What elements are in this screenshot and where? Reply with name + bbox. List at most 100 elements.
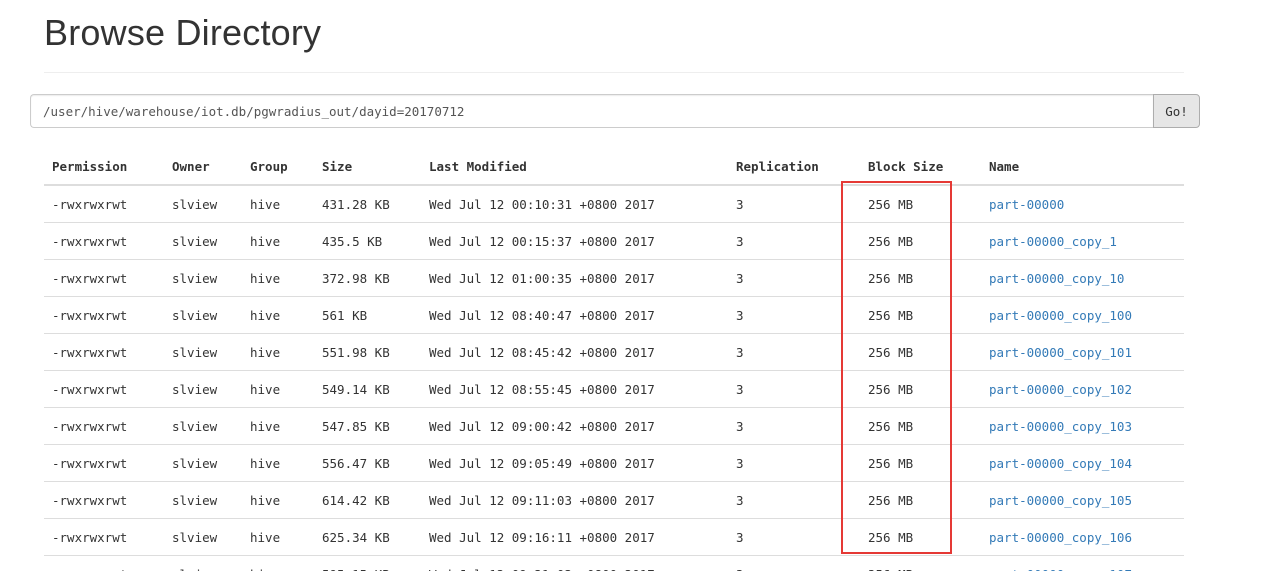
- permission-cell: -rwxrwxrwt: [44, 370, 164, 408]
- name-cell: part-00000_copy_101: [981, 333, 1184, 371]
- name-cell: part-00000_copy_103: [981, 407, 1184, 445]
- file-link[interactable]: part-00000_copy_104: [989, 456, 1132, 471]
- group-cell: hive: [242, 259, 314, 297]
- file-link[interactable]: part-00000_copy_100: [989, 308, 1132, 323]
- size-cell: 556.47 KB: [314, 444, 421, 482]
- column-header-block-size[interactable]: Block Size: [860, 148, 981, 186]
- last-modified-cell: Wed Jul 12 08:40:47 +0800 2017: [421, 296, 728, 334]
- last-modified-cell: Wed Jul 12 00:10:31 +0800 2017: [421, 185, 728, 223]
- owner-cell: slview: [164, 555, 242, 571]
- permission-cell: -rwxrwxrwt: [44, 555, 164, 571]
- group-cell: hive: [242, 296, 314, 334]
- replication-cell: 3: [728, 518, 860, 556]
- size-cell: 431.28 KB: [314, 185, 421, 223]
- replication-cell: 3: [728, 407, 860, 445]
- name-cell: part-00000_copy_105: [981, 481, 1184, 519]
- block-size-cell: 256 MB: [860, 370, 981, 408]
- size-cell: 549.14 KB: [314, 370, 421, 408]
- size-cell: 435.5 KB: [314, 222, 421, 260]
- size-cell: 625.34 KB: [314, 518, 421, 556]
- replication-cell: 3: [728, 259, 860, 297]
- owner-cell: slview: [164, 444, 242, 482]
- group-cell: hive: [242, 518, 314, 556]
- directory-path-input[interactable]: [30, 94, 1153, 128]
- file-link[interactable]: part-00000_copy_106: [989, 530, 1132, 545]
- size-cell: 551.98 KB: [314, 333, 421, 371]
- column-header-replication[interactable]: Replication: [728, 148, 860, 186]
- replication-cell: 3: [728, 481, 860, 519]
- name-cell: part-00000_copy_104: [981, 444, 1184, 482]
- table-row: -rwxrwxrwt slview hive 551.98 KB Wed Jul…: [44, 333, 1184, 371]
- column-header-name[interactable]: Name: [981, 148, 1184, 186]
- go-button[interactable]: Go!: [1153, 94, 1200, 128]
- table-header-row: Permission Owner Group Size Last Modifie…: [44, 148, 1184, 186]
- directory-listing-table: Permission Owner Group Size Last Modifie…: [44, 148, 1184, 571]
- permission-cell: -rwxrwxrwt: [44, 444, 164, 482]
- table-row: -rwxrwxrwt slview hive 549.14 KB Wed Jul…: [44, 370, 1184, 408]
- owner-cell: slview: [164, 518, 242, 556]
- page-title: Browse Directory: [44, 12, 322, 53]
- table-row: -rwxrwxrwt slview hive 547.85 KB Wed Jul…: [44, 407, 1184, 445]
- name-cell: part-00000_copy_100: [981, 296, 1184, 334]
- name-cell: part-00000_copy_10: [981, 259, 1184, 297]
- permission-cell: -rwxrwxrwt: [44, 296, 164, 334]
- column-header-group[interactable]: Group: [242, 148, 314, 186]
- name-cell: part-00000_copy_102: [981, 370, 1184, 408]
- size-cell: 614.42 KB: [314, 481, 421, 519]
- table-row: -rwxrwxrwt slview hive 556.47 KB Wed Jul…: [44, 444, 1184, 482]
- permission-cell: -rwxrwxrwt: [44, 407, 164, 445]
- block-size-cell: 256 MB: [860, 481, 981, 519]
- file-link[interactable]: part-00000: [989, 197, 1064, 212]
- block-size-cell: 256 MB: [860, 444, 981, 482]
- table-row: -rwxrwxrwt slview hive 561 KB Wed Jul 12…: [44, 296, 1184, 334]
- replication-cell: 3: [728, 333, 860, 371]
- size-cell: 547.85 KB: [314, 407, 421, 445]
- last-modified-cell: Wed Jul 12 01:00:35 +0800 2017: [421, 259, 728, 297]
- permission-cell: -rwxrwxrwt: [44, 333, 164, 371]
- file-link[interactable]: part-00000_copy_107: [989, 567, 1132, 571]
- name-cell: part-00000_copy_1: [981, 222, 1184, 260]
- file-link[interactable]: part-00000_copy_1: [989, 234, 1117, 249]
- replication-cell: 3: [728, 444, 860, 482]
- last-modified-cell: Wed Jul 12 09:00:42 +0800 2017: [421, 407, 728, 445]
- column-header-owner[interactable]: Owner: [164, 148, 242, 186]
- size-cell: 372.98 KB: [314, 259, 421, 297]
- file-link[interactable]: part-00000_copy_103: [989, 419, 1132, 434]
- table-row: -rwxrwxrwt slview hive 595.15 KB Wed Jul…: [44, 555, 1184, 571]
- column-header-last-modified[interactable]: Last Modified: [421, 148, 728, 186]
- last-modified-cell: Wed Jul 12 09:05:49 +0800 2017: [421, 444, 728, 482]
- column-header-permission[interactable]: Permission: [44, 148, 164, 186]
- file-link[interactable]: part-00000_copy_105: [989, 493, 1132, 508]
- block-size-cell: 256 MB: [860, 518, 981, 556]
- name-cell: part-00000: [981, 185, 1184, 223]
- owner-cell: slview: [164, 333, 242, 371]
- group-cell: hive: [242, 481, 314, 519]
- file-link[interactable]: part-00000_copy_101: [989, 345, 1132, 360]
- name-cell: part-00000_copy_107: [981, 555, 1184, 571]
- permission-cell: -rwxrwxrwt: [44, 518, 164, 556]
- replication-cell: 3: [728, 222, 860, 260]
- block-size-cell: 256 MB: [860, 222, 981, 260]
- owner-cell: slview: [164, 296, 242, 334]
- block-size-cell: 256 MB: [860, 296, 981, 334]
- block-size-cell: 256 MB: [860, 407, 981, 445]
- size-cell: 561 KB: [314, 296, 421, 334]
- group-cell: hive: [242, 555, 314, 571]
- permission-cell: -rwxrwxrwt: [44, 481, 164, 519]
- group-cell: hive: [242, 407, 314, 445]
- group-cell: hive: [242, 370, 314, 408]
- owner-cell: slview: [164, 222, 242, 260]
- name-cell: part-00000_copy_106: [981, 518, 1184, 556]
- replication-cell: 3: [728, 370, 860, 408]
- group-cell: hive: [242, 444, 314, 482]
- file-link[interactable]: part-00000_copy_102: [989, 382, 1132, 397]
- path-form: Go!: [30, 94, 1200, 128]
- last-modified-cell: Wed Jul 12 08:45:42 +0800 2017: [421, 333, 728, 371]
- column-header-size[interactable]: Size: [314, 148, 421, 186]
- owner-cell: slview: [164, 407, 242, 445]
- table-row: -rwxrwxrwt slview hive 431.28 KB Wed Jul…: [44, 185, 1184, 223]
- owner-cell: slview: [164, 185, 242, 223]
- permission-cell: -rwxrwxrwt: [44, 259, 164, 297]
- file-link[interactable]: part-00000_copy_10: [989, 271, 1124, 286]
- block-size-cell: 256 MB: [860, 259, 981, 297]
